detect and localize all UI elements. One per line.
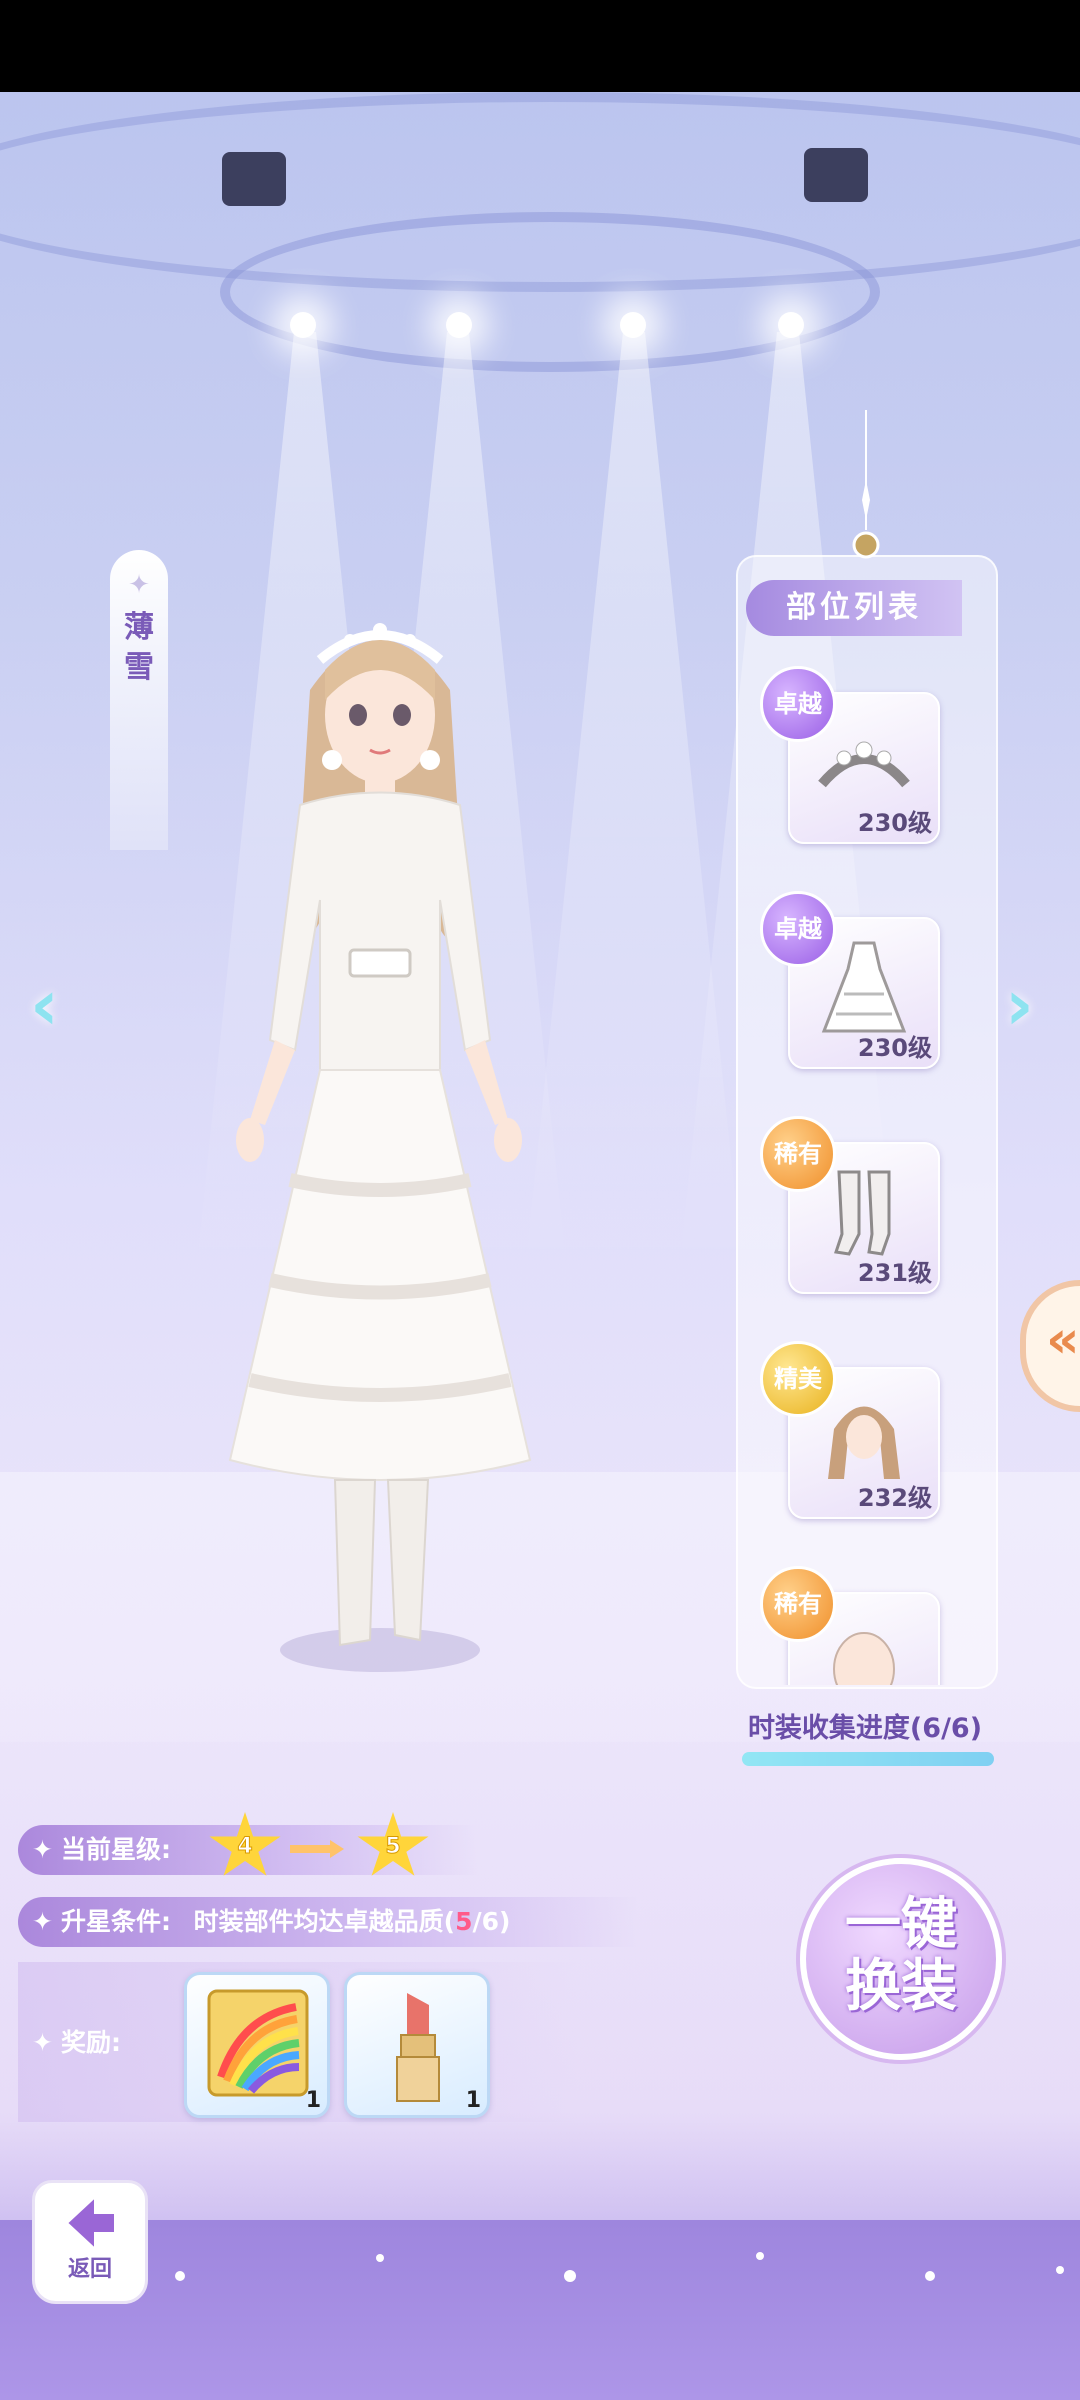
status-bar — [0, 0, 1080, 92]
part-level: 230级 — [857, 809, 932, 837]
back-arrow-icon — [65, 2194, 116, 2252]
part-level: 232级 — [857, 1484, 932, 1512]
chevron-right-icon[interactable]: › — [1005, 970, 1055, 1040]
upgrade-condition-current: 5 — [455, 1907, 473, 1936]
double-chevron-left-icon: « — [1046, 1310, 1080, 1370]
reward-label: 奖励: — [60, 2028, 121, 2057]
part-item-hair[interactable]: 精美 232级 — [760, 1341, 940, 1519]
sparkle-icon: ✦ — [32, 1835, 53, 1864]
sparkle-icon: ✦ — [32, 1907, 53, 1936]
sparkle-icon: ✦ — [128, 570, 150, 600]
face-icon — [833, 1632, 895, 1685]
arrow-right-icon — [290, 1840, 344, 1858]
current-star-value: 4 — [237, 1834, 253, 1860]
character-name-tag: ✦ 薄雪 — [110, 550, 168, 850]
hair-icon — [828, 1406, 900, 1479]
sparkle-icon: ✦ — [32, 2028, 53, 2057]
next-star-value: 5 — [385, 1834, 401, 1860]
sparkle-icon — [852, 410, 880, 559]
bottom-band — [0, 2220, 1080, 2400]
star-level-label: 当前星级: — [60, 1835, 171, 1864]
part-level: 231级 — [857, 1259, 932, 1287]
character-illustration — [228, 623, 532, 1672]
reward-label-wrap: ✦ 奖励: — [32, 2018, 121, 2068]
reward-count: 1 — [465, 2088, 481, 2113]
quick-outfit-button[interactable]: 一键 换装 — [800, 1858, 1002, 2060]
parts-panel-title: 部位列表 — [746, 580, 962, 636]
collection-progress-label: 时装收集进度(6/6) — [747, 1713, 983, 1744]
part-item-tiara[interactable]: 卓越 230级 — [760, 666, 940, 844]
tiara-icon — [818, 741, 910, 788]
upgrade-condition-prefix: 时装部件均达卓越品质( — [193, 1907, 456, 1936]
rainbow-notebook-icon — [207, 1989, 309, 2097]
reward-item-lipstick[interactable]: 1 — [344, 1972, 490, 2118]
part-item-dress[interactable]: 卓越 230级 — [760, 891, 940, 1069]
parts-list[interactable]: 卓越 230级 卓越 230级 稀有 231级 精美 232级 稀有 — [760, 660, 970, 1685]
star-level-label-wrap: ✦ 当前星级: — [32, 1825, 171, 1875]
part-item-socks[interactable]: 稀有 231级 — [760, 1116, 940, 1294]
reward-count: 1 — [305, 2088, 321, 2113]
quick-outfit-line2: 换装 — [845, 1954, 957, 2019]
lipstick-icon — [396, 1993, 440, 2102]
chevron-left-icon[interactable]: ‹ — [30, 970, 80, 1040]
part-level: 230级 — [857, 1034, 932, 1062]
collection-progress-bar — [742, 1752, 994, 1766]
upgrade-condition-label: 升星条件: — [60, 1907, 171, 1936]
dress-icon — [821, 941, 907, 1033]
part-item-face[interactable]: 稀有 — [760, 1566, 940, 1685]
socks-icon — [834, 1170, 891, 1256]
collection-progress-fill — [742, 1752, 994, 1766]
upgrade-condition-wrap: ✦ 升星条件: 时装部件均达卓越品质(5/6) — [32, 1897, 510, 1947]
back-label: 返回 — [67, 2257, 112, 2282]
upgrade-condition-suffix: /6) — [472, 1907, 511, 1936]
quick-outfit-line1: 一键 — [845, 1892, 957, 1957]
reward-item-notebook[interactable]: 1 — [184, 1972, 330, 2118]
back-button[interactable]: 返回 — [32, 2180, 148, 2304]
character-name: 薄雪 — [124, 610, 154, 685]
decorative-sparkles — [175, 2252, 1064, 2282]
